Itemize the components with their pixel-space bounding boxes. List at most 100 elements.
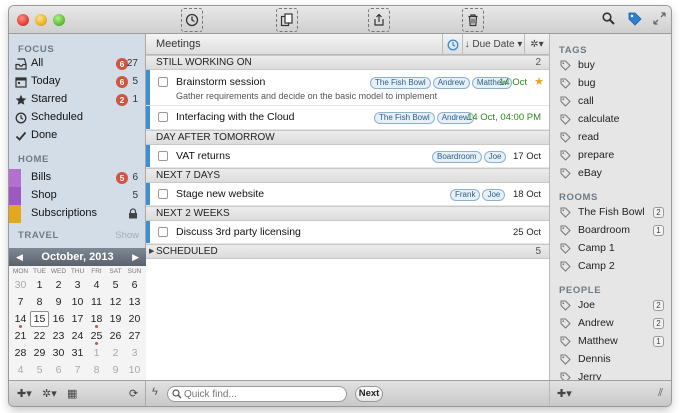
calendar-day[interactable]: 12	[106, 294, 125, 310]
calendar-day[interactable]: 30	[49, 345, 68, 361]
sidebar-item-subscriptions[interactable]: Subscriptions	[9, 205, 145, 223]
expand-icon[interactable]	[653, 12, 666, 25]
task-checkbox[interactable]	[158, 112, 168, 122]
calendar-day-today[interactable]: 15	[30, 311, 49, 327]
room-item[interactable]: The Fish Bowl 2	[550, 204, 671, 221]
tag-icon[interactable]	[628, 12, 642, 26]
tag-item[interactable]: buy	[550, 57, 671, 74]
tag-item[interactable]: call	[550, 93, 671, 110]
calendar-day[interactable]: 10	[125, 362, 144, 378]
calendar-toggle-icon[interactable]: ▦	[67, 387, 77, 400]
calendar-day[interactable]: 1	[30, 277, 49, 293]
task-row[interactable]: Brainstorm session Gather requirements a…	[146, 70, 549, 106]
calendar-day[interactable]: 11	[87, 294, 106, 310]
duplicate-button[interactable]	[276, 8, 298, 32]
quick-find-input[interactable]	[184, 388, 342, 400]
travel-show-toggle[interactable]: Show	[115, 230, 139, 241]
add-tag-icon[interactable]: ✚▾	[557, 387, 572, 400]
task-row[interactable]: VAT returns Boardroom Joe 17 Oct	[146, 145, 549, 168]
group-header[interactable]: NEXT 2 WEEKS	[146, 206, 549, 221]
sync-icon[interactable]: ⟳	[129, 387, 138, 400]
person-item[interactable]: Andrew 2	[550, 315, 671, 332]
scheduled-filter-button[interactable]	[442, 34, 462, 55]
next-button[interactable]: Next	[355, 386, 383, 402]
calendar-day[interactable]: 8	[30, 294, 49, 310]
delete-button[interactable]	[462, 8, 484, 32]
calendar-day[interactable]: 16	[49, 311, 68, 327]
tag-item[interactable]: bug	[550, 75, 671, 92]
tag-chip[interactable]: The Fish Bowl	[374, 112, 435, 124]
room-item[interactable]: Camp 2	[550, 258, 671, 275]
calendar-day[interactable]: 4	[87, 277, 106, 293]
tag-chip[interactable]: Joe	[483, 151, 507, 163]
share-button[interactable]	[368, 8, 390, 32]
calendar-day[interactable]: 2	[49, 277, 68, 293]
calendar-day[interactable]: 22	[30, 328, 49, 344]
tag-chip[interactable]: The Fish Bowl	[370, 77, 431, 89]
disclosure-triangle-icon[interactable]: ▶	[149, 247, 154, 255]
calendar-day[interactable]: 4	[11, 362, 30, 378]
room-item[interactable]: Boardroom 1	[550, 222, 671, 239]
calendar-day[interactable]: 31	[68, 345, 87, 361]
search-icon[interactable]	[602, 12, 615, 25]
sidebar-item-all[interactable]: All 6 27	[9, 55, 145, 73]
task-row[interactable]: Interfacing with the Cloud The Fish Bowl…	[146, 106, 549, 130]
task-row[interactable]: Stage new website Frank Joe 18 Oct	[146, 183, 549, 206]
calendar-day[interactable]: 7	[11, 294, 30, 310]
task-checkbox[interactable]	[158, 77, 168, 87]
sidebar-item-starred[interactable]: Starred 2 1	[9, 91, 145, 109]
group-header[interactable]: ▶ SCHEDULED 5	[146, 244, 549, 259]
tag-chip[interactable]: Frank	[450, 189, 481, 201]
calendar-day[interactable]: 17	[68, 311, 87, 327]
calendar-day[interactable]: 6	[49, 362, 68, 378]
tag-item[interactable]: calculate	[550, 111, 671, 128]
task-row[interactable]: Discuss 3rd party licensing 25 Oct	[146, 221, 549, 244]
calendar-day[interactable]: 1	[87, 345, 106, 361]
group-header[interactable]: NEXT 7 DAYS	[146, 168, 549, 183]
quick-find-field[interactable]	[167, 386, 347, 402]
tag-chip[interactable]: Andrew	[432, 77, 470, 89]
sort-dropdown[interactable]: ↓ Due Date ▾	[462, 34, 524, 55]
calendar-day[interactable]: 2	[106, 345, 125, 361]
view-options-button[interactable]: ✲▾	[524, 34, 549, 55]
close-window-button[interactable]	[17, 14, 29, 26]
task-checkbox[interactable]	[158, 227, 168, 237]
calendar-day[interactable]: 7	[68, 362, 87, 378]
schedule-button[interactable]	[181, 8, 203, 32]
add-list-icon[interactable]: ✚▾	[17, 387, 32, 400]
sidebar-item-shop[interactable]: Shop 5	[9, 187, 145, 205]
tag-chip[interactable]: Boardroom	[432, 151, 482, 163]
calendar-day[interactable]: 9	[106, 362, 125, 378]
tag-item[interactable]: eBay	[550, 165, 671, 182]
collapse-panel-icon[interactable]: ⫽	[658, 387, 663, 400]
person-item[interactable]: Joe 2	[550, 297, 671, 314]
task-checkbox[interactable]	[158, 189, 168, 199]
tag-chip[interactable]: Joe	[482, 189, 506, 201]
calendar-day[interactable]: 21	[11, 328, 30, 344]
calendar-day[interactable]: 27	[125, 328, 144, 344]
tag-item[interactable]: prepare	[550, 147, 671, 164]
person-item[interactable]: Jerry	[550, 369, 671, 380]
lightning-icon[interactable]: ϟ	[152, 386, 158, 398]
next-month-arrow-icon[interactable]: ▶	[132, 252, 139, 263]
zoom-window-button[interactable]	[53, 14, 65, 26]
calendar-day[interactable]: 23	[49, 328, 68, 344]
group-header[interactable]: STILL WORKING ON 2	[146, 55, 549, 70]
sidebar-item-bills[interactable]: Bills 5 6	[9, 169, 145, 187]
gear-icon[interactable]: ✲▾	[42, 387, 57, 400]
calendar-day[interactable]: 26	[106, 328, 125, 344]
calendar-day[interactable]: 3	[68, 277, 87, 293]
calendar-day[interactable]: 10	[68, 294, 87, 310]
calendar-day[interactable]: 13	[125, 294, 144, 310]
calendar-day[interactable]: 9	[49, 294, 68, 310]
calendar-day[interactable]: 29	[30, 345, 49, 361]
calendar-day[interactable]: 20	[125, 311, 144, 327]
calendar-day[interactable]: 30	[11, 277, 30, 293]
sidebar-item-done[interactable]: Done	[9, 127, 145, 145]
task-checkbox[interactable]	[158, 151, 168, 161]
calendar-day[interactable]: 28	[11, 345, 30, 361]
sidebar-item-scheduled[interactable]: Scheduled	[9, 109, 145, 127]
sidebar-item-today[interactable]: Today 6 5	[9, 73, 145, 91]
calendar-day[interactable]: 19	[106, 311, 125, 327]
person-item[interactable]: Matthew 1	[550, 333, 671, 350]
